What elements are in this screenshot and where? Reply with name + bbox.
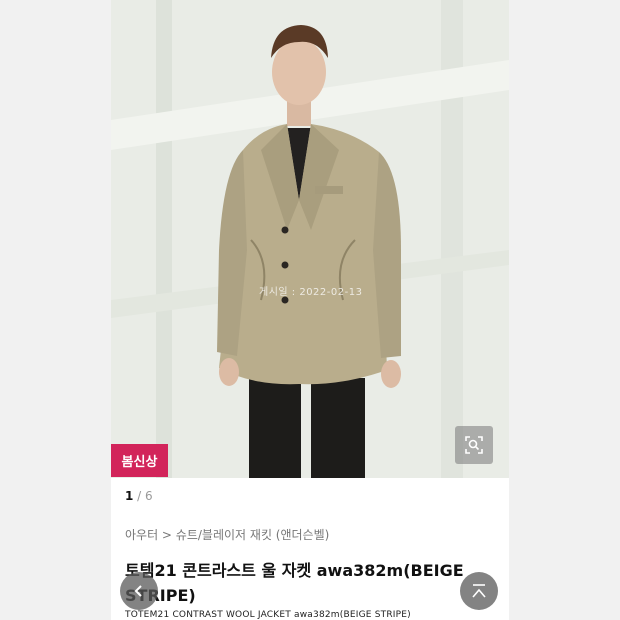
zoom-icon [465, 436, 483, 454]
model-illustration [111, 0, 509, 478]
pager-separator: / [133, 489, 146, 503]
zoom-button[interactable] [455, 426, 493, 464]
product-page: 게시일 : 2022-02-13 봄신상 1 / 6 아우터 > 슈트/블레이저… [111, 0, 509, 620]
product-image[interactable]: 게시일 : 2022-02-13 봄신상 [111, 0, 509, 478]
scroll-to-top-icon [472, 584, 486, 598]
pager-total: 6 [145, 489, 153, 503]
new-arrival-badge: 봄신상 [111, 444, 168, 477]
back-button[interactable] [120, 572, 158, 610]
scroll-to-top-button[interactable] [460, 572, 498, 610]
watermark-date: 게시일 : 2022-02-13 [259, 287, 363, 298]
image-pager: 1 / 6 [125, 489, 153, 503]
arrow-left-icon [134, 585, 142, 597]
product-title: 토템21 콘트라스트 울 자켓 awa382m(BEIGE STRIPE) [125, 561, 464, 605]
breadcrumb[interactable]: 아우터 > 슈트/블레이저 재킷 (앤더슨벨) [125, 526, 329, 543]
product-subtitle: TOTEM21 CONTRAST WOOL JACKET awa382m(BEI… [125, 610, 411, 620]
